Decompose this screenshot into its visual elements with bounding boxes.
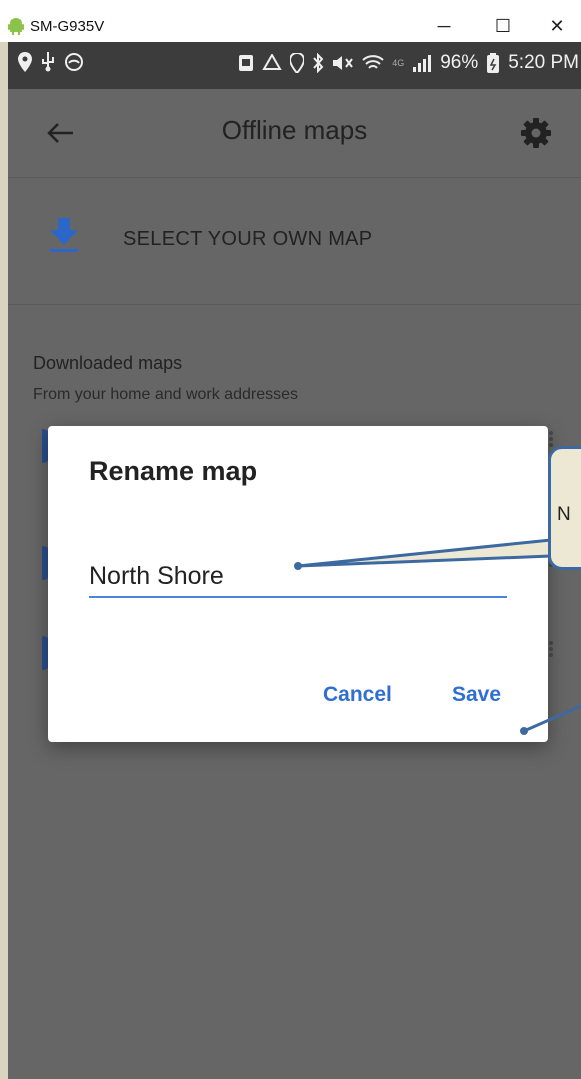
emulator-window: SM-G935V ─ ☐ ✕ 4G 96% 5:20 PM Offline ma… [0, 0, 581, 1079]
callout-pointer-lines [294, 538, 581, 735]
annotation-callout: N [548, 446, 581, 570]
callout-text: N [557, 504, 571, 525]
